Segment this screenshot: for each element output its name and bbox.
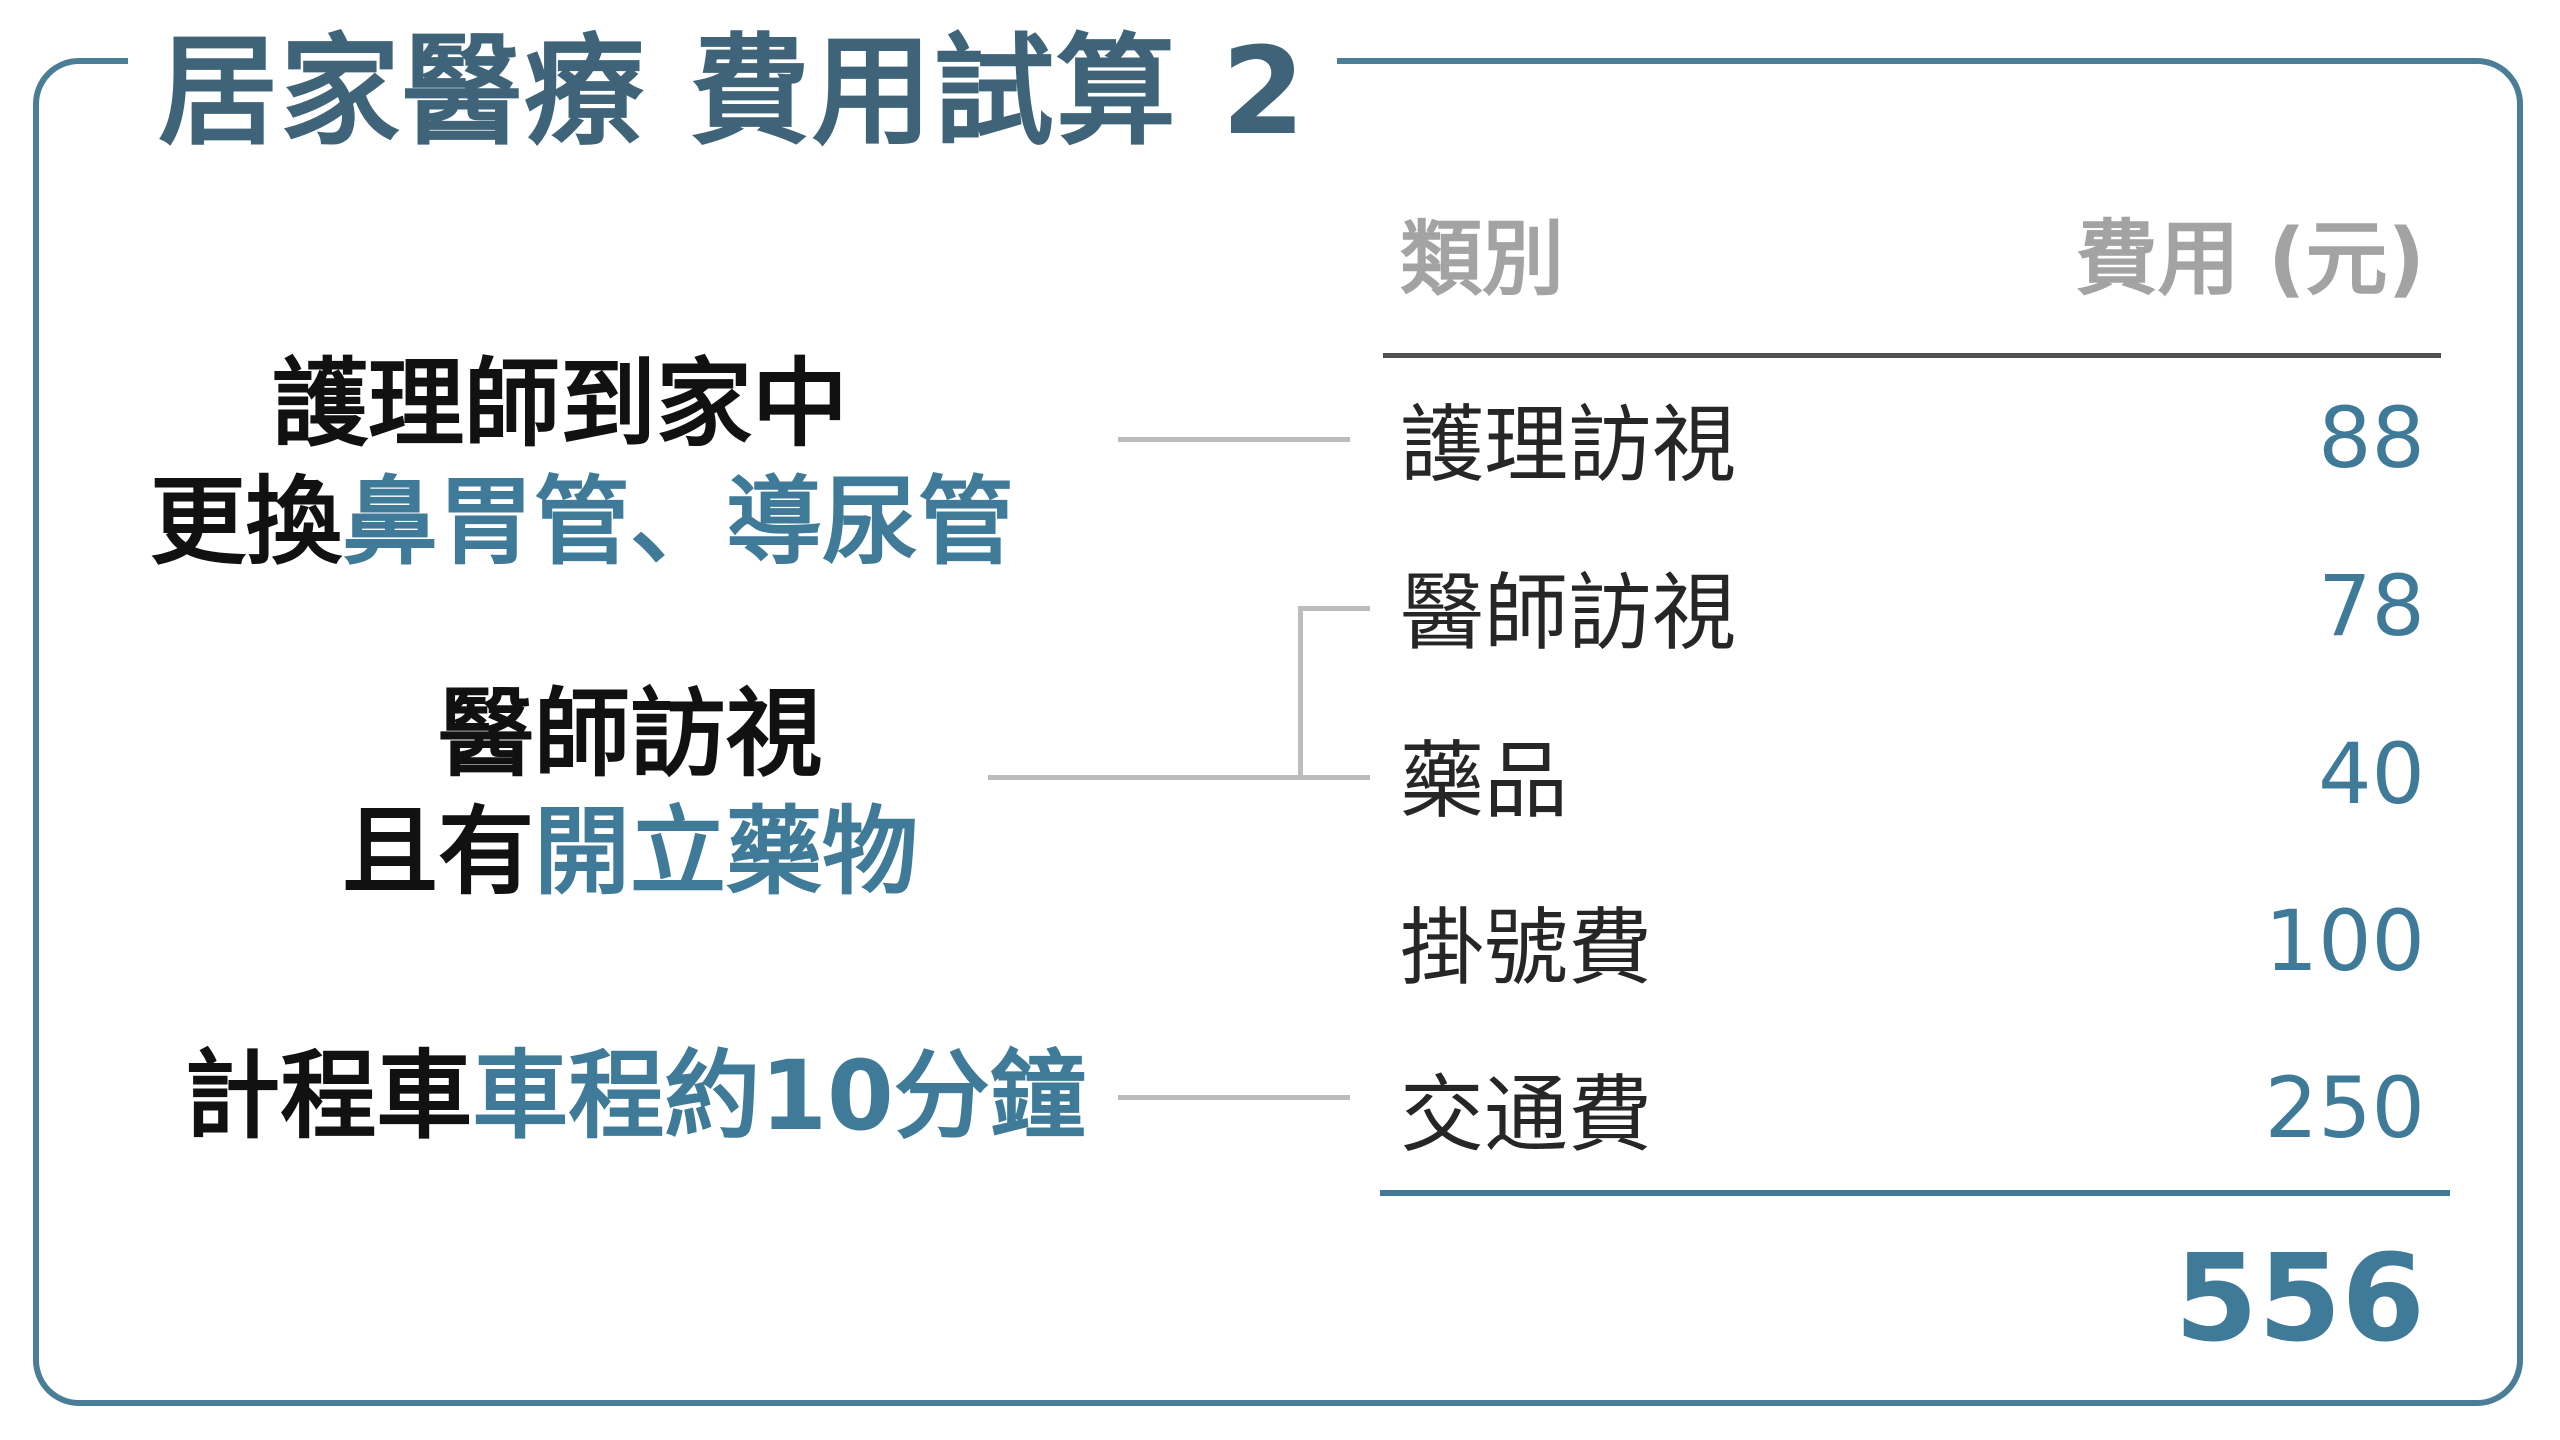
table-row-registration-fee: 掛號費 100 bbox=[1400, 881, 2425, 1001]
header-category: 類別 bbox=[1400, 212, 1565, 307]
label-doctor-line2: 且有開立藥物 bbox=[150, 793, 1110, 911]
row-category: 藥品 bbox=[1400, 731, 1569, 830]
label-nurse-visit: 護理師到家中 更換鼻胃管、導尿管 bbox=[150, 345, 1014, 581]
label-taxi-plain: 計程車 bbox=[184, 1040, 473, 1152]
row-fee: 250 bbox=[2264, 1059, 2425, 1157]
table-row-transport-fee: 交通費 250 bbox=[1400, 1048, 2425, 1168]
row-fee: 40 bbox=[2318, 725, 2425, 823]
label-nurse-line2-plain: 更換 bbox=[150, 466, 342, 578]
table-row-doctor-visit: 醫師訪視 78 bbox=[1400, 546, 2425, 666]
label-nurse-line1: 護理師到家中 bbox=[272, 348, 848, 460]
label-nurse-line2-highlight: 鼻胃管、導尿管 bbox=[342, 466, 1014, 578]
connector-taxi bbox=[1118, 1095, 1350, 1100]
table-row-nursing-visit: 護理訪視 88 bbox=[1400, 378, 2425, 498]
label-doctor-line2-highlight: 開立藥物 bbox=[534, 796, 918, 908]
label-taxi: 計程車車程約10分鐘 bbox=[150, 1037, 1120, 1155]
label-taxi-highlight: 車程約10分鐘 bbox=[472, 1040, 1086, 1152]
table-bottom-rule bbox=[1380, 1190, 2450, 1196]
row-category: 護理訪視 bbox=[1400, 395, 1737, 494]
row-category: 交通費 bbox=[1400, 1065, 1653, 1164]
row-fee: 88 bbox=[2318, 389, 2425, 487]
connector-doctor-branch bbox=[1298, 606, 1370, 611]
header-fee: 費用 (元) bbox=[2075, 212, 2425, 307]
connector-nurse bbox=[1118, 437, 1350, 442]
row-category: 掛號費 bbox=[1400, 898, 1653, 997]
label-doctor-line1: 醫師訪視 bbox=[438, 678, 822, 790]
label-doctor-visit: 醫師訪視 且有開立藥物 bbox=[150, 675, 1110, 911]
page-title: 居家醫療 費用試算 2 bbox=[128, 18, 1338, 168]
connector-doctor-vertical bbox=[1298, 606, 1303, 780]
row-category: 醫師訪視 bbox=[1400, 563, 1737, 662]
connector-doctor-horizontal bbox=[988, 775, 1370, 780]
total-amount: 556 bbox=[2174, 1230, 2426, 1369]
row-fee: 100 bbox=[2264, 892, 2425, 990]
row-fee: 78 bbox=[2318, 557, 2425, 655]
label-doctor-line2-plain: 且有 bbox=[342, 796, 534, 908]
table-top-rule bbox=[1383, 353, 2441, 358]
label-nurse-line2: 更換鼻胃管、導尿管 bbox=[150, 463, 1014, 581]
table-row-medicine: 藥品 40 bbox=[1400, 714, 2425, 834]
